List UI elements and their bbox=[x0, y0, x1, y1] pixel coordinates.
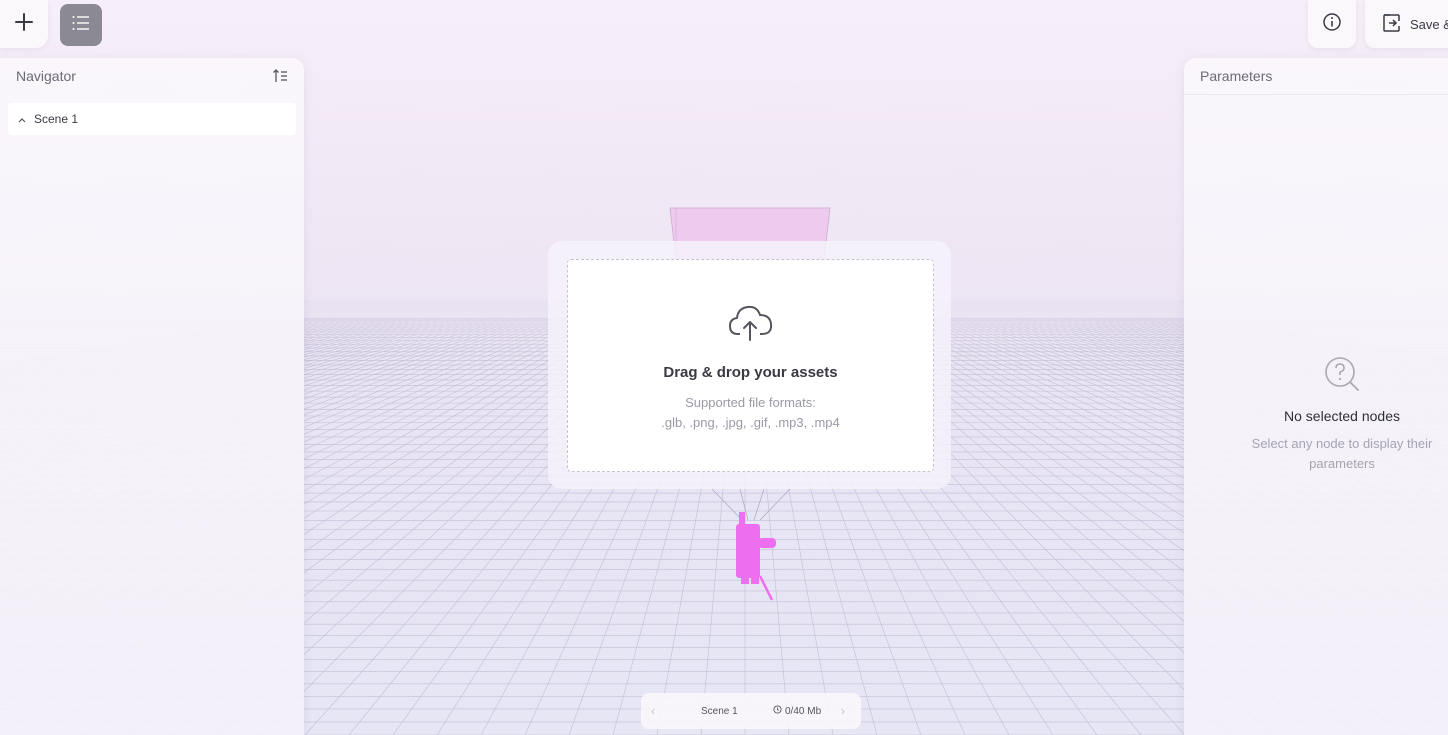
navigator-item-scene[interactable]: Scene 1 bbox=[8, 103, 296, 135]
prev-scene-button[interactable]: ‹ bbox=[651, 704, 655, 718]
add-button[interactable] bbox=[0, 0, 48, 48]
navigator-item-label: Scene 1 bbox=[34, 112, 79, 126]
asset-dropzone[interactable]: Drag & drop your assets Supported file f… bbox=[567, 259, 934, 472]
sort-icon[interactable] bbox=[272, 68, 288, 88]
storage-usage-label: 0/40 Mb bbox=[785, 705, 822, 717]
storage-usage: 0/40 Mb bbox=[773, 705, 821, 717]
navigator-title: Navigator bbox=[16, 68, 76, 84]
info-button[interactable] bbox=[1308, 0, 1356, 48]
empty-state-title: No selected nodes bbox=[1284, 408, 1400, 424]
empty-state-description: Select any node to display their paramet… bbox=[1224, 434, 1448, 474]
save-label: Save & bbox=[1410, 16, 1448, 32]
dropzone-title: Drag & drop your assets bbox=[663, 364, 838, 381]
parameters-panel: Parameters No selected nodes Select any … bbox=[1184, 58, 1448, 735]
list-icon bbox=[71, 15, 91, 35]
empty-state-line1: Select any node to display their bbox=[1251, 436, 1433, 451]
dropzone-subtitle-line2: .glb, .png, .jpg, .gif, .mp3, .mp4 bbox=[661, 415, 840, 430]
info-icon bbox=[1322, 12, 1342, 36]
search-question-icon bbox=[1322, 357, 1362, 398]
parameters-title: Parameters bbox=[1200, 68, 1273, 84]
divider bbox=[1184, 94, 1448, 95]
dropzone-subtitle: Supported file formats: .glb, .png, .jpg… bbox=[568, 393, 933, 433]
clock-icon bbox=[773, 705, 782, 717]
plus-icon bbox=[14, 12, 34, 36]
empty-state-line2: parameters bbox=[1309, 456, 1375, 471]
scene-status-bar: ‹ Scene 1 0/40 Mb › bbox=[641, 693, 861, 729]
navigator-toggle-button[interactable] bbox=[60, 4, 102, 46]
next-scene-button[interactable]: › bbox=[841, 704, 845, 718]
chevron-up-icon[interactable] bbox=[18, 112, 26, 126]
save-exit-button[interactable]: Save & bbox=[1365, 0, 1448, 48]
current-scene-label: Scene 1 bbox=[701, 705, 738, 717]
exit-icon bbox=[1382, 13, 1402, 36]
empty-state: No selected nodes Select any node to dis… bbox=[1224, 354, 1448, 474]
dropzone-subtitle-line1: Supported file formats: bbox=[685, 395, 816, 410]
cloud-upload-icon bbox=[728, 302, 774, 348]
navigator-panel: Navigator Scene 1 bbox=[0, 58, 304, 735]
